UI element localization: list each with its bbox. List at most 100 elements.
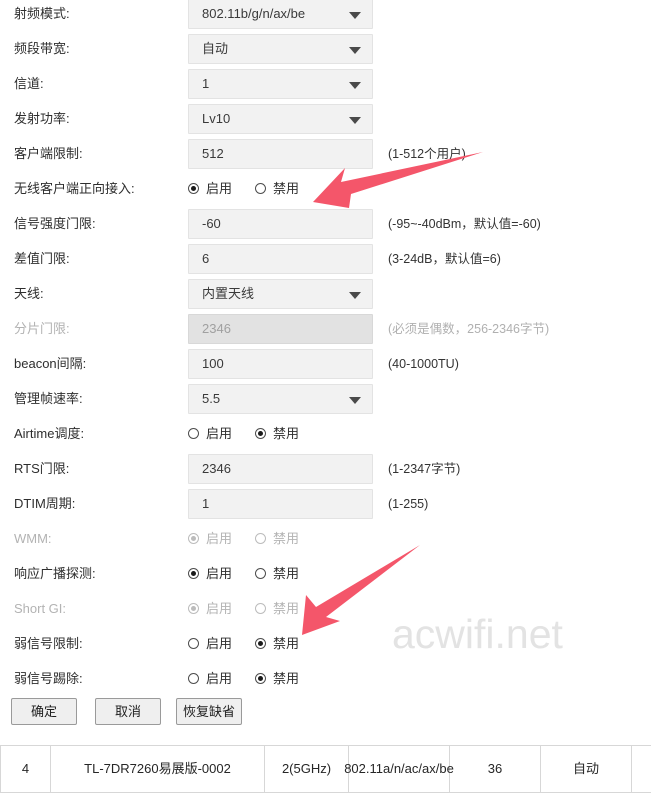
form-row-weak-signal-kick: 弱信号踢除: 启用 禁用 [0, 664, 651, 699]
select-value-tx-power: Lv10 [202, 111, 231, 126]
confirm-button[interactable]: 确定 [11, 698, 77, 725]
form-row-antenna: 天线: 内置天线 [0, 279, 651, 314]
label-client-limit: 客户端限制: [14, 146, 83, 161]
select-value-antenna: 内置天线 [202, 286, 255, 301]
radio-option-wmm-enable: 启用 [188, 524, 232, 554]
form-row-band-width: 频段带宽: 自动 [0, 34, 651, 69]
select-band-width[interactable]: 自动 [188, 34, 373, 64]
table-cell-trailing [632, 746, 651, 792]
hint-signal-strength-threshold: (-95~-40dBm，默认值=-60) [388, 217, 541, 231]
label-broadcast-probe-response: 响应广播探测: [14, 566, 96, 581]
chevron-down-icon [349, 397, 361, 404]
radio-button-icon [255, 428, 266, 439]
label-beacon-interval: beacon间隔: [14, 356, 87, 371]
chevron-down-icon [349, 292, 361, 299]
radio-label: 禁用 [273, 566, 300, 581]
hint-dtim-period: (1-255) [388, 497, 429, 511]
radio-option-short-gi-enable: 启用 [188, 594, 232, 624]
radio-label: 启用 [206, 181, 233, 196]
radio-option-broadcast-probe-response-enable[interactable]: 启用 [188, 559, 232, 589]
radio-option-weak-signal-kick-disable[interactable]: 禁用 [255, 664, 299, 694]
radio-option-airtime-scheduling-enable[interactable]: 启用 [188, 419, 232, 449]
select-channel[interactable]: 1 [188, 69, 373, 99]
label-weak-signal-kick: 弱信号踢除: [14, 671, 83, 686]
form-row-rf-mode: 射频模式: 802.11b/g/n/ax/be [0, 0, 651, 34]
form-row-short-gi: Short GI: 启用 禁用 [0, 594, 651, 629]
radio-button-icon [188, 673, 199, 684]
hint-beacon-interval: (40-1000TU) [388, 357, 459, 371]
form-row-wmm: WMM: 启用 禁用 [0, 524, 651, 559]
label-tx-power: 发射功率: [14, 111, 70, 126]
radio-option-client-forward-access-disable[interactable]: 禁用 [255, 174, 299, 204]
label-channel: 信道: [14, 76, 44, 91]
radio-option-client-forward-access-enable[interactable]: 启用 [188, 174, 232, 204]
hint-client-limit: (1-512个用户) [388, 147, 466, 161]
radio-summary-table: 4 TL-7DR7260易展版-0002 2(5GHz) 802.11a/n/a… [0, 745, 651, 793]
chevron-down-icon [349, 12, 361, 19]
form-row-airtime-scheduling: Airtime调度: 启用 禁用 [0, 419, 651, 454]
radio-option-broadcast-probe-response-disable[interactable]: 禁用 [255, 559, 299, 589]
input-client-limit[interactable]: 512 [188, 139, 373, 169]
radio-label: 禁用 [273, 636, 300, 651]
label-dtim-period: DTIM周期: [14, 496, 76, 511]
wireless-advanced-settings-form: 射频模式: 802.11b/g/n/ax/be 频段带宽: 自动信道: 1 发射功率: Lv… [0, 0, 651, 735]
form-row-client-limit: 客户端限制: 512 (1-512个用户) [0, 139, 651, 174]
radio-label: 禁用 [273, 671, 300, 686]
radio-button-icon [255, 603, 266, 614]
select-value-band-width: 自动 [202, 41, 229, 56]
input-signal-strength-threshold[interactable]: -60 [188, 209, 373, 239]
form-row-broadcast-probe-response: 响应广播探测: 启用 禁用 [0, 559, 651, 594]
radio-option-weak-signal-kick-enable[interactable]: 启用 [188, 664, 232, 694]
radio-label: 启用 [206, 601, 233, 616]
radio-label: 禁用 [273, 531, 300, 546]
select-value-rf-mode: 802.11b/g/n/ax/be [202, 6, 306, 21]
table-cell-channel: 36 [450, 746, 541, 792]
radio-button-icon [255, 183, 266, 194]
label-rts-threshold: RTS门限: [14, 461, 70, 476]
hint-difference-threshold: (3-24dB，默认值=6) [388, 252, 501, 266]
radio-option-wmm-disable: 禁用 [255, 524, 299, 554]
label-wmm: WMM: [14, 531, 52, 546]
radio-option-weak-signal-limit-enable[interactable]: 启用 [188, 629, 232, 659]
select-rf-mode[interactable]: 802.11b/g/n/ax/be [188, 0, 373, 29]
radio-button-icon [188, 638, 199, 649]
radio-label: 启用 [206, 426, 233, 441]
select-antenna[interactable]: 内置天线 [188, 279, 373, 309]
radio-label: 禁用 [273, 426, 300, 441]
input-beacon-interval[interactable]: 100 [188, 349, 373, 379]
form-row-difference-threshold: 差值门限: 6 (3-24dB，默认值=6) [0, 244, 651, 279]
select-tx-power[interactable]: Lv10 [188, 104, 373, 134]
label-fragment-threshold: 分片门限: [14, 321, 70, 336]
form-row-fragment-threshold: 分片门限: 2346 (必须是偶数，256-2346字节) [0, 314, 651, 349]
hint-rts-threshold: (1-2347字节) [388, 462, 461, 476]
input-dtim-period[interactable]: 1 [188, 489, 373, 519]
form-row-tx-power: 发射功率: Lv10 [0, 104, 651, 139]
radio-label: 启用 [206, 566, 233, 581]
table-cell-index: 4 [0, 746, 51, 792]
radio-option-short-gi-disable: 禁用 [255, 594, 299, 624]
radio-button-icon [188, 183, 199, 194]
label-band-width: 频段带宽: [14, 41, 70, 56]
radio-button-icon [255, 568, 266, 579]
select-value-mgmt-frame-rate: 5.5 [202, 391, 221, 406]
table-cell-ssid: TL-7DR7260易展版-0002 [51, 746, 265, 792]
input-difference-threshold[interactable]: 6 [188, 244, 373, 274]
chevron-down-icon [349, 47, 361, 54]
radio-option-weak-signal-limit-disable[interactable]: 禁用 [255, 629, 299, 659]
radio-label: 禁用 [273, 601, 300, 616]
form-row-rts-threshold: RTS门限: 2346 (1-2347字节) [0, 454, 651, 489]
label-airtime-scheduling: Airtime调度: [14, 426, 85, 441]
form-row-signal-strength-threshold: 信号强度门限: -60 (-95~-40dBm，默认值=-60) [0, 209, 651, 244]
input-fragment-threshold: 2346 [188, 314, 373, 344]
radio-option-airtime-scheduling-disable[interactable]: 禁用 [255, 419, 299, 449]
radio-label: 禁用 [273, 181, 300, 196]
form-row-weak-signal-limit: 弱信号限制: 启用 禁用 [0, 629, 651, 664]
table-cell-power: 自动 [541, 746, 632, 792]
label-rf-mode: 射频模式: [14, 6, 70, 21]
chevron-down-icon [349, 82, 361, 89]
input-rts-threshold[interactable]: 2346 [188, 454, 373, 484]
cancel-button[interactable]: 取消 [95, 698, 161, 725]
radio-label: 启用 [206, 636, 233, 651]
restore-defaults-button[interactable]: 恢复缺省 [176, 698, 242, 725]
select-mgmt-frame-rate[interactable]: 5.5 [188, 384, 373, 414]
